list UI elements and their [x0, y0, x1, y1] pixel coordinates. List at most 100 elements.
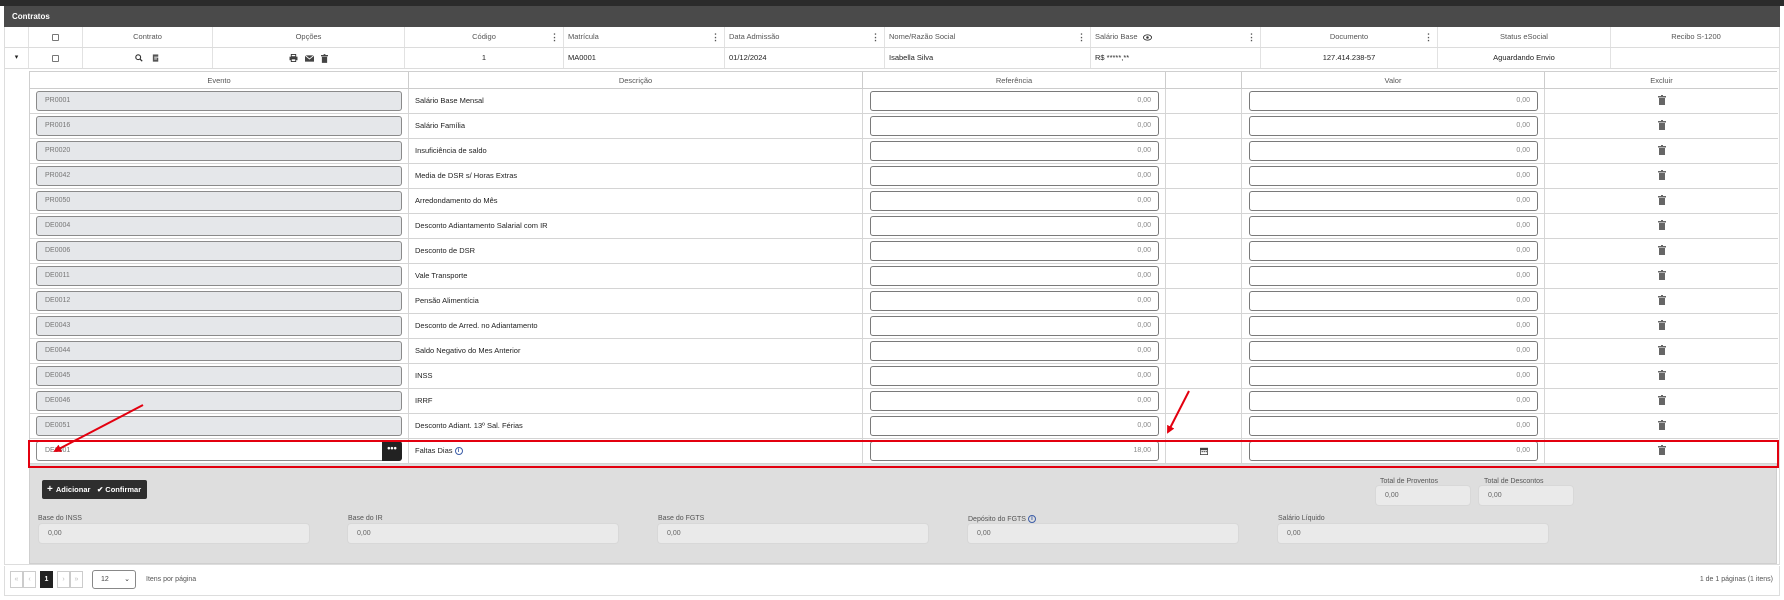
- info-icon[interactable]: i: [454, 447, 463, 456]
- prev-page-button[interactable]: ‹: [23, 571, 36, 588]
- referencia-input[interactable]: 0,00: [870, 191, 1159, 211]
- valor-input[interactable]: 0,00: [1249, 91, 1538, 111]
- document-edit-icon[interactable]: [152, 53, 160, 63]
- col-header-nome[interactable]: Nome/Razão Social ⋮: [885, 27, 1091, 47]
- trash-icon[interactable]: [1658, 95, 1666, 105]
- valor-input[interactable]: 0,00: [1249, 291, 1538, 311]
- referencia-input[interactable]: 0,00: [870, 216, 1159, 236]
- referencia-input[interactable]: 0,00: [870, 266, 1159, 286]
- evento-code-field[interactable]: PR0001: [36, 91, 402, 111]
- col-header-data-admissao[interactable]: Data Admissão ⋮: [725, 27, 885, 47]
- valor-input[interactable]: 0,00: [1249, 216, 1538, 236]
- mail-icon[interactable]: [304, 54, 315, 62]
- column-menu-icon[interactable]: ⋮: [1247, 27, 1256, 47]
- evento-code-field[interactable]: DE0012: [36, 291, 402, 311]
- row-checkbox[interactable]: [52, 54, 59, 62]
- valor-input[interactable]: 0,00: [1249, 391, 1538, 411]
- trash-icon[interactable]: [1658, 420, 1666, 430]
- trash-icon[interactable]: [1658, 320, 1666, 330]
- trash-icon[interactable]: [321, 53, 329, 63]
- referencia-input[interactable]: 0,00: [870, 366, 1159, 386]
- column-menu-icon[interactable]: ⋮: [871, 27, 880, 47]
- valor-input[interactable]: 0,00: [1249, 416, 1538, 436]
- referencia-input[interactable]: 0,00: [870, 241, 1159, 261]
- trash-icon[interactable]: [1658, 120, 1666, 130]
- referencia-input[interactable]: 0,00: [870, 391, 1159, 411]
- calendar-icon[interactable]: [1200, 447, 1208, 455]
- valor-input[interactable]: 0,00: [1249, 266, 1538, 286]
- evento-code-field[interactable]: DE0011: [36, 266, 402, 286]
- evento-code-field[interactable]: DE0004: [36, 216, 402, 236]
- valor-input[interactable]: 0,00: [1249, 441, 1538, 461]
- per-page-select[interactable]: 12 ⌄: [92, 570, 136, 589]
- evento-code-field[interactable]: DE0006: [36, 241, 402, 261]
- col-header-opcoes[interactable]: Opções: [213, 27, 405, 47]
- trash-icon[interactable]: [1658, 345, 1666, 355]
- evento-code-input[interactable]: DE0001: [36, 441, 402, 461]
- trash-icon[interactable]: [1658, 245, 1666, 255]
- confirm-button[interactable]: ✔ Confirmar: [92, 480, 148, 499]
- column-menu-icon[interactable]: ⋮: [550, 27, 559, 47]
- table-row[interactable]: ▾ 1 MA0001 01/12/2024 Isabella Silva R$ …: [5, 48, 1779, 69]
- print-icon[interactable]: [289, 54, 298, 63]
- referencia-input[interactable]: 0,00: [870, 416, 1159, 436]
- evento-code-field[interactable]: PR0050: [36, 191, 402, 211]
- info-icon[interactable]: i: [1027, 515, 1036, 523]
- evento-code-field[interactable]: DE0051: [36, 416, 402, 436]
- column-menu-icon[interactable]: ⋮: [711, 27, 720, 47]
- select-all-cell[interactable]: [29, 27, 83, 47]
- referencia-input[interactable]: 0,00: [870, 341, 1159, 361]
- valor-input[interactable]: 0,00: [1249, 316, 1538, 336]
- add-button[interactable]: + Adicionar: [42, 480, 97, 499]
- trash-icon[interactable]: [1658, 170, 1666, 180]
- evento-code-field[interactable]: DE0043: [36, 316, 402, 336]
- trash-icon[interactable]: [1658, 195, 1666, 205]
- evento-code-field[interactable]: PR0016: [36, 116, 402, 136]
- col-header-documento[interactable]: Documento ⋮: [1261, 27, 1438, 47]
- valor-input[interactable]: 0,00: [1249, 366, 1538, 386]
- col-header-status[interactable]: Status eSocial: [1438, 27, 1611, 47]
- evento-code-field[interactable]: DE0046: [36, 391, 402, 411]
- trash-icon[interactable]: [1658, 295, 1666, 305]
- trash-icon[interactable]: [1658, 445, 1666, 455]
- trash-icon[interactable]: [1658, 270, 1666, 280]
- valor-input[interactable]: 0,00: [1249, 241, 1538, 261]
- collapse-row-icon[interactable]: ▾: [5, 48, 29, 68]
- trash-icon[interactable]: [1658, 220, 1666, 230]
- select-all-checkbox[interactable]: [52, 33, 59, 41]
- referencia-input[interactable]: 0,00: [870, 166, 1159, 186]
- column-menu-icon[interactable]: ⋮: [1077, 27, 1086, 47]
- referencia-input[interactable]: 0,00: [870, 316, 1159, 336]
- referencia-input[interactable]: 0,00: [870, 91, 1159, 111]
- col-header-matricula[interactable]: Matrícula ⋮: [564, 27, 725, 47]
- next-page-button[interactable]: ›: [57, 571, 70, 588]
- column-menu-icon[interactable]: ⋮: [1424, 27, 1433, 47]
- valor-input[interactable]: 0,00: [1249, 116, 1538, 136]
- evento-code-field[interactable]: PR0020: [36, 141, 402, 161]
- valor-input[interactable]: 0,00: [1249, 341, 1538, 361]
- first-page-button[interactable]: «: [10, 571, 23, 588]
- evento-code-field[interactable]: DE0044: [36, 341, 402, 361]
- col-header-contrato[interactable]: Contrato: [83, 27, 213, 47]
- trash-icon[interactable]: [1658, 145, 1666, 155]
- referencia-input[interactable]: 18,00: [870, 441, 1159, 461]
- valor-input[interactable]: 0,00: [1249, 166, 1538, 186]
- trash-icon[interactable]: [1658, 395, 1666, 405]
- page-button[interactable]: 1: [40, 571, 53, 588]
- eye-icon[interactable]: [1142, 33, 1152, 41]
- valor-input[interactable]: 0,00: [1249, 141, 1538, 161]
- valor-input[interactable]: 0,00: [1249, 191, 1538, 211]
- row-select-cell[interactable]: [29, 48, 83, 68]
- referencia-input[interactable]: 0,00: [870, 116, 1159, 136]
- referencia-input[interactable]: 0,00: [870, 291, 1159, 311]
- evento-code-field[interactable]: PR0042: [36, 166, 402, 186]
- col-header-salario-base[interactable]: Salário Base ⋮: [1091, 27, 1261, 47]
- col-header-codigo[interactable]: Código ⋮: [405, 27, 564, 47]
- col-header-recibo[interactable]: Recibo S-1200: [1611, 27, 1781, 47]
- evento-code-field[interactable]: DE0045: [36, 366, 402, 386]
- lookup-more-button[interactable]: •••: [382, 441, 402, 461]
- search-icon[interactable]: [135, 54, 144, 62]
- last-page-button[interactable]: »: [70, 571, 83, 588]
- trash-icon[interactable]: [1658, 370, 1666, 380]
- referencia-input[interactable]: 0,00: [870, 141, 1159, 161]
